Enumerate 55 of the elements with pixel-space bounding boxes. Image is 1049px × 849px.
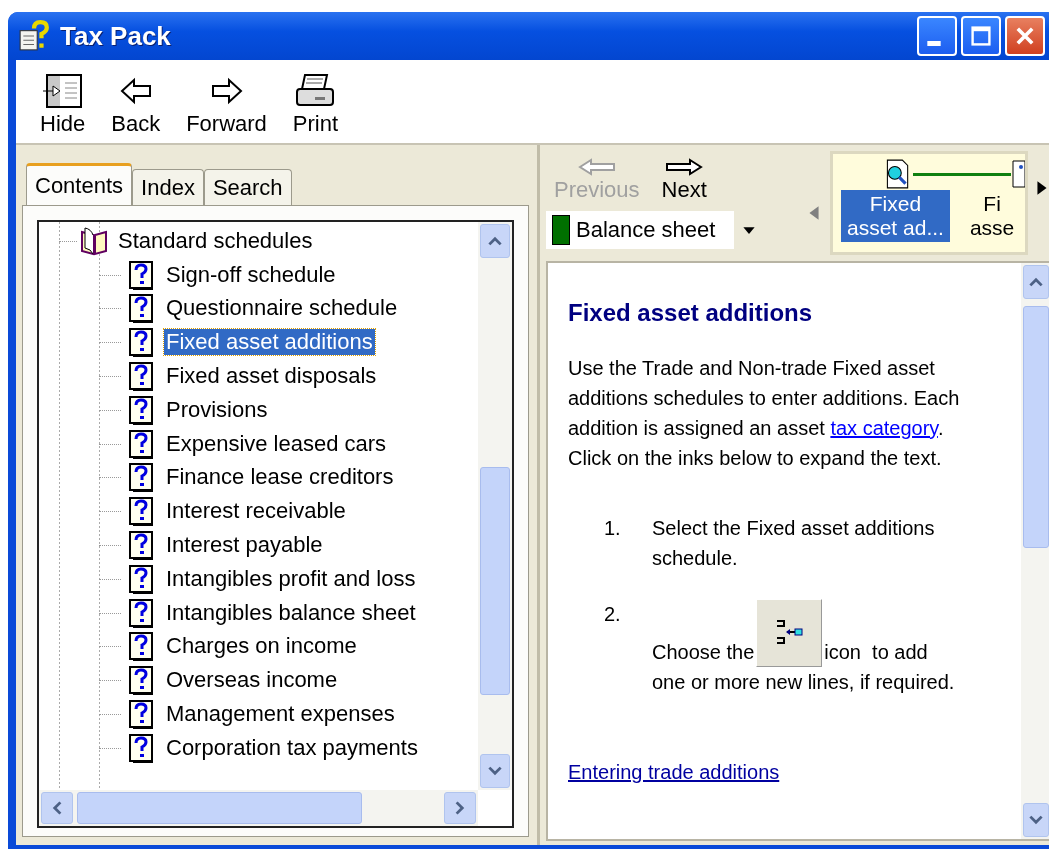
tab[interactable]: Search bbox=[203, 169, 292, 205]
tree-item[interactable]: Interest receivable bbox=[164, 498, 348, 525]
tree-item[interactable]: Expensive leased cars bbox=[164, 430, 389, 457]
back-button[interactable]: Back bbox=[105, 71, 167, 137]
hide-button[interactable]: Hide bbox=[34, 71, 92, 137]
window-title: Tax Pack bbox=[60, 20, 171, 52]
close-button[interactable] bbox=[1005, 16, 1045, 56]
tree-item[interactable]: Questionnaire schedule bbox=[164, 295, 400, 322]
left-arrow-icon bbox=[576, 157, 617, 177]
tree-item[interactable]: Corporation tax payments bbox=[164, 734, 420, 761]
scroll-left-icon[interactable] bbox=[808, 205, 820, 221]
minimize-button[interactable] bbox=[917, 16, 957, 56]
maximize-icon bbox=[969, 24, 993, 48]
step-number: 1. bbox=[604, 516, 622, 541]
breadcrumb-item[interactable]: Fi asse bbox=[963, 190, 1021, 243]
tree-item[interactable]: Finance lease creditors bbox=[164, 464, 396, 491]
tree-item[interactable]: Intangibles profit and loss bbox=[164, 565, 418, 592]
tree-item[interactable]: Sign-off schedule bbox=[164, 261, 338, 288]
step-number: 2. bbox=[604, 602, 622, 627]
pane-icon bbox=[40, 71, 85, 111]
tax-category-link[interactable]: tax category bbox=[830, 417, 938, 439]
tree-item[interactable]: Fixed asset disposals bbox=[164, 363, 379, 390]
tab[interactable]: Contents bbox=[26, 163, 133, 205]
topic-link[interactable]: Entering trade additions bbox=[568, 757, 780, 787]
step-text: icon to add bbox=[824, 640, 928, 665]
maximize-button[interactable] bbox=[961, 16, 1001, 56]
right-arrow-icon bbox=[664, 157, 705, 177]
insert-lines-icon bbox=[756, 599, 823, 667]
tree-item[interactable]: Standard schedules bbox=[116, 227, 315, 254]
section-dropdown[interactable]: Balance sheet bbox=[546, 211, 764, 249]
breadcrumb-item[interactable]: Fixed asset ad... bbox=[841, 190, 950, 243]
step-text: Choose the bbox=[652, 640, 755, 665]
print-button[interactable]: Print bbox=[286, 71, 345, 137]
tree-item[interactable]: Intangibles balance sheet bbox=[164, 599, 418, 626]
tab[interactable]: Index bbox=[132, 169, 204, 205]
tree-item[interactable]: Charges on income bbox=[164, 633, 359, 660]
minimize-icon bbox=[927, 41, 941, 46]
tree-item[interactable]: Overseas income bbox=[164, 667, 340, 694]
forward-button[interactable]: Forward bbox=[180, 71, 273, 137]
tree-item[interactable]: Fixed asset additions bbox=[164, 329, 375, 356]
step-text: Select the Fixed asset additions schedule. bbox=[652, 516, 936, 571]
tree-item[interactable]: Management expenses bbox=[164, 701, 397, 728]
scroll-right-icon[interactable] bbox=[1036, 180, 1048, 196]
vertical-scrollbar[interactable] bbox=[1021, 263, 1049, 839]
caret-icon bbox=[742, 225, 756, 235]
horizontal-scrollbar[interactable] bbox=[39, 790, 478, 826]
tree-item[interactable]: Provisions bbox=[164, 396, 270, 423]
intro-paragraph: Use the Trade and Non-trade Fixed asset additions schedules to enter additions. Each addition is assigned an asset tax category. Click on the inks below to expand the text. bbox=[568, 356, 961, 471]
next-button[interactable]: Next bbox=[653, 157, 715, 203]
step-text: one or more new lines, if required. bbox=[652, 670, 956, 695]
document-icon bbox=[1011, 159, 1025, 189]
help-file-icon bbox=[18, 20, 50, 52]
tree-item[interactable]: Interest payable bbox=[164, 532, 325, 559]
article-heading: Fixed asset additions bbox=[568, 298, 814, 328]
vertical-scrollbar[interactable] bbox=[478, 222, 512, 790]
